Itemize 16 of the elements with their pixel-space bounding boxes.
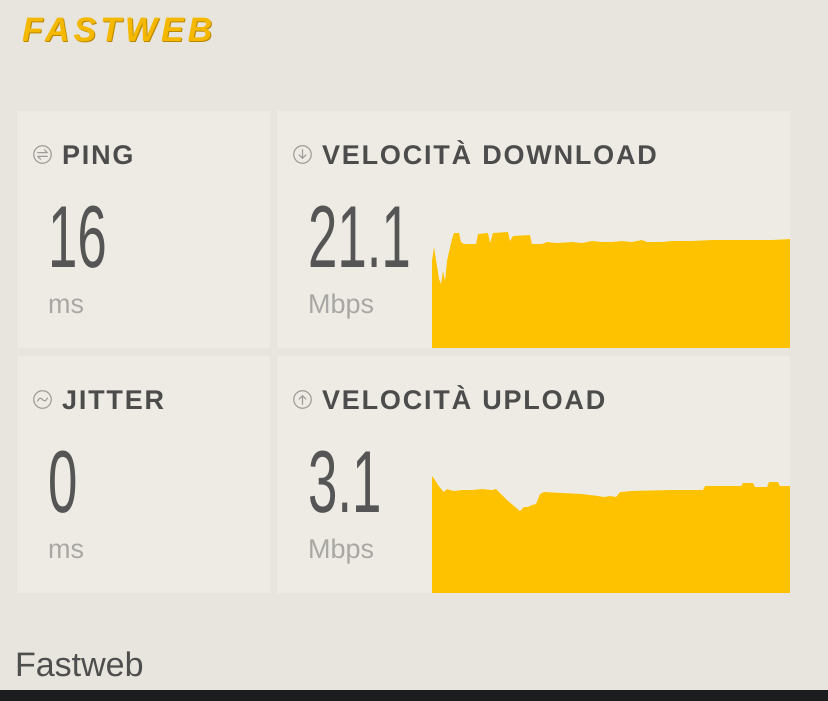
unit-label: Mbps xyxy=(308,288,374,320)
card-title: PING xyxy=(62,138,136,171)
card-title: VELOCITÀ UPLOAD xyxy=(322,384,608,416)
exchange-arrows-icon xyxy=(33,145,52,164)
unit-label: ms xyxy=(48,288,84,320)
wave-icon xyxy=(33,390,52,410)
unit-label: Mbps xyxy=(308,532,374,565)
logo: FASTWEB xyxy=(22,10,216,51)
measurement-value: 16 xyxy=(48,192,107,281)
unit-label: ms xyxy=(48,532,84,565)
measurement-value: 0 xyxy=(48,438,78,526)
card-title: VELOCITÀ DOWNLOAD xyxy=(322,138,659,171)
provider-name: Fastweb xyxy=(15,644,144,686)
measurement-value: 3.1 xyxy=(308,438,382,526)
card-title: JITTER xyxy=(62,384,166,416)
measurement-value: 21.1 xyxy=(308,192,411,281)
